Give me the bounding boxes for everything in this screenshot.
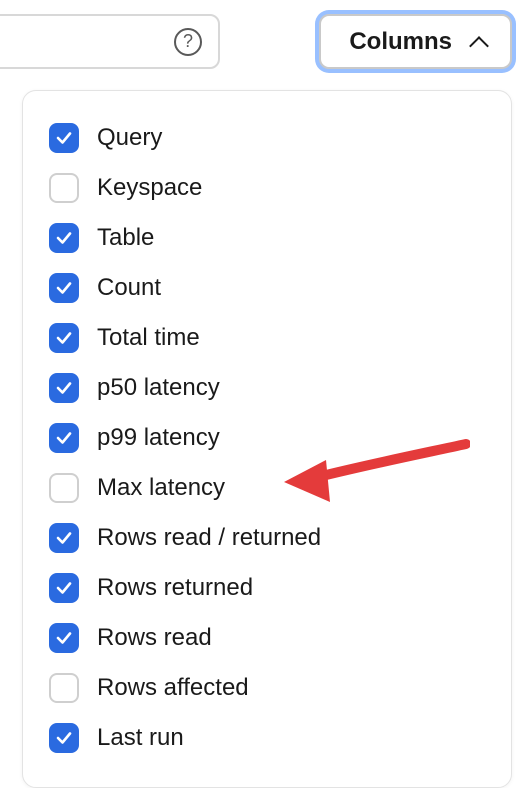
column-option-label: Keyspace	[97, 174, 202, 202]
column-option-label: Rows read	[97, 624, 212, 652]
checkbox[interactable]	[49, 573, 79, 603]
checkbox[interactable]	[49, 523, 79, 553]
checkbox[interactable]	[49, 673, 79, 703]
column-option-label: Rows read / returned	[97, 524, 321, 552]
column-option[interactable]: Table	[49, 213, 485, 263]
checkbox[interactable]	[49, 173, 79, 203]
column-option-label: Rows returned	[97, 574, 253, 602]
columns-dropdown-panel: Query Keyspace Table Count Total time p50 lat…	[22, 90, 512, 788]
column-option[interactable]: p50 latency	[49, 363, 485, 413]
checkbox[interactable]	[49, 623, 79, 653]
columns-button[interactable]: Columns	[319, 14, 512, 69]
checkbox[interactable]	[49, 423, 79, 453]
column-option-label: Count	[97, 274, 161, 302]
checkbox[interactable]	[49, 273, 79, 303]
column-option[interactable]: Query	[49, 113, 485, 163]
column-option-label: Table	[97, 224, 154, 252]
column-option[interactable]: Total time	[49, 313, 485, 363]
column-option[interactable]: Rows read	[49, 613, 485, 663]
column-option-label: Last run	[97, 724, 184, 752]
checkbox[interactable]	[49, 123, 79, 153]
column-option[interactable]: Keyspace	[49, 163, 485, 213]
checkbox[interactable]	[49, 373, 79, 403]
checkbox[interactable]	[49, 723, 79, 753]
column-option-label: Rows affected	[97, 674, 249, 702]
column-option[interactable]: Last run	[49, 713, 485, 763]
column-option-label: p99 latency	[97, 424, 220, 452]
checkbox[interactable]	[49, 323, 79, 353]
column-option[interactable]: p99 latency	[49, 413, 485, 463]
checkbox[interactable]	[49, 473, 79, 503]
column-option[interactable]: Rows read / returned	[49, 513, 485, 563]
column-option-label: p50 latency	[97, 374, 220, 402]
column-option-label: Query	[97, 124, 162, 152]
columns-button-label: Columns	[349, 28, 452, 56]
column-option[interactable]: Max latency	[49, 463, 485, 513]
checkbox[interactable]	[49, 223, 79, 253]
help-icon[interactable]: ?	[174, 28, 202, 56]
column-option[interactable]: Rows affected	[49, 663, 485, 713]
column-option[interactable]: Rows returned	[49, 563, 485, 613]
column-option-label: Max latency	[97, 474, 225, 502]
column-option-label: Total time	[97, 324, 200, 352]
chevron-up-icon	[470, 36, 488, 48]
column-option[interactable]: Count	[49, 263, 485, 313]
search-field-stub[interactable]: ?	[0, 14, 220, 69]
